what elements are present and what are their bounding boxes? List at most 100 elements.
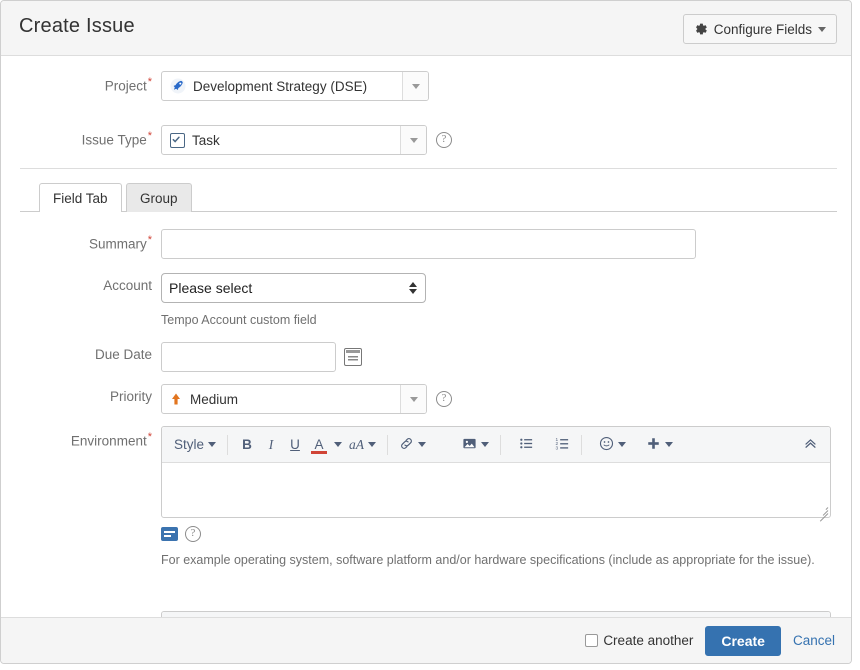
cancel-link[interactable]: Cancel	[793, 633, 835, 648]
visual-mode-icon[interactable]	[161, 527, 178, 541]
section-divider	[20, 168, 837, 169]
chevron-down-icon	[818, 26, 826, 32]
image-icon	[462, 436, 477, 454]
page-title: Create Issue	[19, 15, 135, 37]
create-another-checkbox-wrapper[interactable]: Create another	[585, 633, 693, 648]
field-row-issue-type: Issue Type* Task ?	[1, 125, 851, 155]
issue-type-dropdown-arrow[interactable]	[400, 126, 426, 154]
required-asterisk: *	[147, 234, 152, 246]
tab-field-tab-label: Field Tab	[53, 190, 108, 206]
tab-field-tab[interactable]: Field Tab	[39, 183, 122, 212]
link-icon	[399, 436, 414, 454]
priority-dropdown-arrow[interactable]	[400, 385, 426, 413]
due-date-input[interactable]	[161, 342, 336, 372]
environment-mode-bar: ?	[161, 526, 831, 542]
issue-type-select[interactable]: Task	[161, 125, 427, 155]
project-value: Development Strategy (DSE)	[193, 78, 368, 94]
create-issue-dialog: Create Issue Configure Fields Project* D…	[0, 0, 852, 664]
create-button[interactable]: Create	[705, 625, 781, 656]
text-color-swatch	[311, 451, 328, 454]
underline-button[interactable]: U	[283, 432, 307, 458]
numbered-list-icon: 1 2 3	[555, 436, 570, 454]
required-asterisk: *	[147, 130, 152, 142]
required-asterisk: *	[147, 76, 152, 88]
toolbar-separator	[581, 434, 583, 455]
emoji-icon	[599, 436, 614, 454]
text-format-button[interactable]: aA	[345, 432, 380, 458]
toolbar-separator	[500, 434, 502, 455]
issue-type-help-icon[interactable]: ?	[436, 132, 452, 148]
tab-group-label: Group	[140, 190, 178, 206]
tab-group[interactable]: Group	[126, 183, 192, 212]
project-rocket-icon	[170, 78, 186, 94]
environment-rich-text-editor: Style B I U A aA 1 2 3	[161, 426, 831, 522]
field-row-account: Account Please select Tempo Account cust…	[1, 273, 851, 329]
project-dropdown-arrow[interactable]	[402, 72, 428, 100]
chevron-down-icon	[618, 442, 627, 447]
bullet-list-button[interactable]	[514, 432, 538, 458]
priority-select[interactable]: Medium	[161, 384, 427, 414]
priority-help-icon[interactable]: ?	[436, 391, 452, 407]
emoji-button[interactable]	[595, 432, 630, 458]
resize-handle[interactable]	[816, 503, 829, 522]
account-label: Account	[103, 278, 152, 293]
environment-hint: For example operating system, software p…	[161, 553, 815, 567]
numbered-list-button[interactable]: 1 2 3	[550, 432, 574, 458]
dialog-footer: Create another Create Cancel	[1, 617, 851, 663]
chevron-down-icon	[208, 442, 217, 447]
configure-fields-button[interactable]: Configure Fields	[682, 14, 837, 44]
chevron-down-icon	[368, 442, 377, 447]
toolbar-separator	[227, 434, 229, 455]
text-color-button[interactable]: A	[307, 432, 331, 458]
environment-editor-toolbar: Style B I U A aA 1 2 3	[162, 427, 830, 463]
svg-text:3: 3	[555, 445, 558, 450]
text-color-dropdown-button[interactable]	[331, 432, 345, 458]
field-row-summary: Summary*	[1, 229, 851, 259]
chevron-down-icon	[665, 442, 674, 447]
field-tab-bar: Field Tab Group	[1, 183, 851, 212]
project-label: Project*	[104, 76, 152, 94]
italic-button[interactable]: I	[259, 432, 283, 458]
create-another-label: Create another	[603, 633, 694, 648]
configure-fields-label: Configure Fields	[713, 21, 812, 37]
issue-type-label: Issue Type*	[81, 130, 152, 148]
required-asterisk: *	[147, 431, 152, 443]
collapse-toolbar-button[interactable]	[798, 432, 822, 458]
create-another-checkbox[interactable]	[585, 634, 599, 647]
plus-icon	[646, 436, 661, 454]
due-date-label: Due Date	[94, 347, 152, 362]
summary-label: Summary*	[88, 234, 152, 252]
project-select[interactable]: Development Strategy (DSE)	[161, 71, 429, 101]
bold-button[interactable]: B	[235, 432, 259, 458]
gear-icon	[694, 22, 708, 36]
environment-textarea[interactable]	[162, 463, 830, 522]
priority-value: Medium	[190, 391, 239, 407]
environment-label: Environment*	[70, 431, 152, 449]
chevron-down-icon	[418, 442, 427, 447]
priority-medium-arrow-icon	[170, 392, 183, 407]
issue-type-value: Task	[192, 132, 220, 148]
field-row-project: Project* Development Strategy (DSE)	[1, 71, 851, 101]
environment-help-icon[interactable]: ?	[185, 526, 201, 542]
account-select[interactable]: Please select	[161, 273, 426, 303]
text-format-label: aA	[349, 436, 365, 452]
account-select-wrapper: Please select	[161, 273, 426, 303]
chevron-up-icon	[803, 436, 818, 454]
image-button[interactable]	[458, 432, 493, 458]
style-label: Style	[174, 437, 205, 452]
chevron-down-icon	[334, 442, 343, 447]
chevron-down-icon	[481, 442, 490, 447]
insert-button[interactable]	[642, 432, 677, 458]
task-checkbox-icon	[170, 132, 185, 148]
toolbar-separator	[387, 434, 389, 455]
link-button[interactable]	[395, 432, 430, 458]
field-row-environment: Environment* Style B I U A aA 1 2 3 ? Fo…	[1, 426, 851, 569]
summary-input[interactable]	[161, 229, 696, 259]
account-hint: Tempo Account custom field	[161, 313, 317, 327]
bullet-list-icon	[519, 436, 534, 454]
calendar-icon[interactable]	[344, 348, 362, 366]
text-color-label: A	[314, 437, 324, 452]
field-row-due-date: Due Date	[1, 342, 851, 372]
style-dropdown-button[interactable]: Style	[170, 432, 220, 458]
dialog-body: Project* Development Strategy (DSE) Issu…	[1, 56, 851, 633]
